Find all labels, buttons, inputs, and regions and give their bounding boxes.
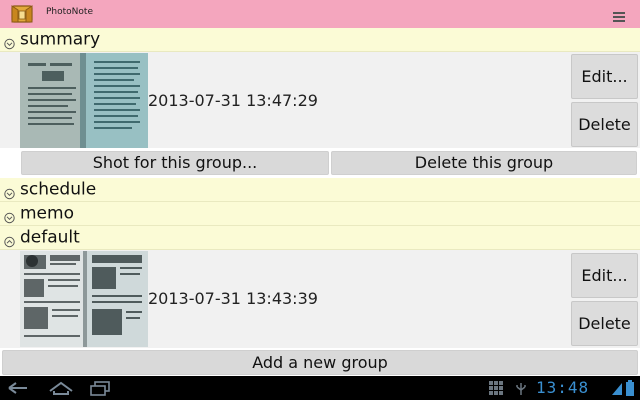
add-group-button[interactable]: Add a new group — [2, 350, 638, 375]
grid-icon — [488, 380, 504, 396]
recent-apps-icon[interactable] — [88, 380, 112, 396]
wifi-icon — [611, 381, 623, 395]
photo-thumbnail[interactable] — [20, 251, 148, 347]
clock: 13:48 — [536, 378, 590, 397]
home-icon[interactable] — [48, 379, 74, 397]
battery-icon — [626, 380, 634, 396]
group-label: default — [20, 227, 80, 247]
photonote-app-icon[interactable] — [10, 3, 34, 25]
group-label: schedule — [20, 179, 97, 199]
shot-for-group-button[interactable]: Shot for this group... — [21, 151, 329, 175]
photo-timestamp: 2013-07-31 13:43:39 — [148, 289, 318, 308]
group-header-summary[interactable]: summary — [0, 28, 640, 52]
collapsed-group-icon — [4, 208, 15, 223]
expanded-group-icon — [4, 232, 15, 247]
back-icon[interactable] — [6, 380, 30, 396]
group-label: summary — [20, 29, 101, 49]
usb-icon — [514, 381, 528, 395]
delete-button[interactable]: Delete — [571, 301, 638, 346]
group-label: memo — [20, 203, 74, 223]
collapsed-group-icon — [4, 184, 15, 199]
expanded-group-icon — [4, 34, 15, 49]
group-header-default[interactable]: default — [0, 226, 640, 250]
delete-group-button[interactable]: Delete this group — [331, 151, 637, 175]
action-bar — [0, 0, 640, 28]
edit-button[interactable]: Edit... — [571, 253, 638, 298]
group-header-memo[interactable]: memo — [0, 202, 640, 226]
group-header-schedule[interactable]: schedule — [0, 178, 640, 202]
photo-thumbnail[interactable] — [20, 53, 148, 148]
photo-timestamp: 2013-07-31 13:47:29 — [148, 91, 318, 110]
delete-button[interactable]: Delete — [571, 102, 638, 147]
edit-button[interactable]: Edit... — [571, 54, 638, 99]
app-title: PhotoNote — [46, 7, 93, 17]
overflow-menu-icon[interactable] — [612, 8, 626, 22]
